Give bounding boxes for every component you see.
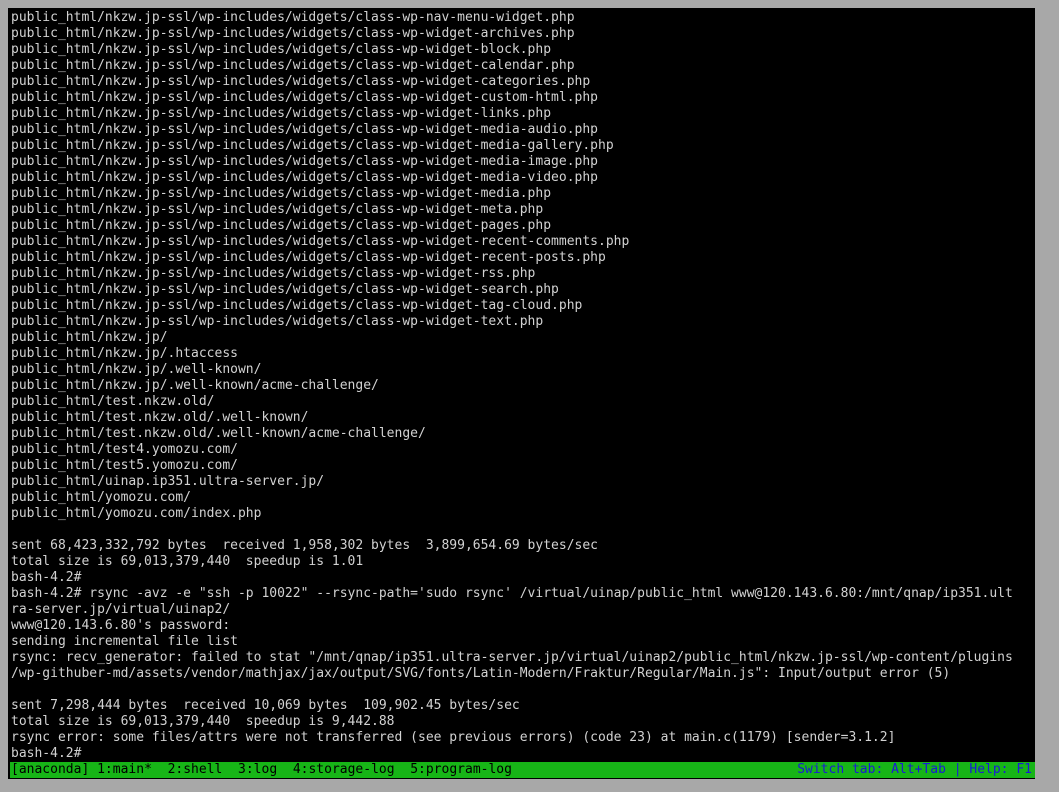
- tmux-window-tab[interactable]: 3:log: [238, 762, 277, 777]
- terminal-line: public_html/yomozu.com/: [11, 490, 192, 505]
- terminal-line: total size is 69,013,379,440 speedup is …: [11, 554, 364, 569]
- terminal-line: public_html/uinap.ip351.ultra-server.jp/: [11, 474, 325, 489]
- terminal-output[interactable]: public_html/nkzw.jp-ssl/wp-includes/widg…: [11, 10, 1035, 762]
- terminal-line: public_html/nkzw.jp/.htaccess: [11, 346, 238, 361]
- tmux-window-tab[interactable]: 5:program-log: [410, 762, 512, 777]
- terminal-line: public_html/nkzw.jp/.well-known/: [11, 362, 262, 377]
- tmux-window-tab[interactable]: 4:storage-log: [293, 762, 395, 777]
- terminal-line: rsync error: some files/attrs were not t…: [11, 730, 896, 745]
- terminal-line: total size is 69,013,379,440 speedup is …: [11, 714, 395, 729]
- terminal-line: public_html/nkzw.jp-ssl/wp-includes/widg…: [11, 26, 575, 41]
- terminal-line: public_html/nkzw.jp-ssl/wp-includes/widg…: [11, 234, 630, 249]
- terminal-line: bash-4.2# rsync -avz -e "ssh -p 10022" -…: [11, 586, 1013, 601]
- terminal-line: sent 68,423,332,792 bytes received 1,958…: [11, 538, 598, 553]
- terminal-line: public_html/nkzw.jp-ssl/wp-includes/widg…: [11, 42, 552, 57]
- terminal-line: bash-4.2#: [11, 746, 82, 761]
- terminal-line: public_html/test4.yomozu.com/: [11, 442, 238, 457]
- terminal-line: bash-4.2#: [11, 570, 82, 585]
- terminal-line: ra-server.jp/virtual/uinap2/: [11, 602, 231, 617]
- tmux-status-bar: [anaconda] 1:main* 2:shell 3:log 4:stora…: [10, 762, 1035, 778]
- terminal-screen[interactable]: public_html/nkzw.jp-ssl/wp-includes/widg…: [8, 8, 1035, 779]
- terminal-line: public_html/nkzw.jp-ssl/wp-includes/widg…: [11, 202, 544, 217]
- terminal-line: public_html/nkzw.jp-ssl/wp-includes/widg…: [11, 298, 583, 313]
- terminal-line: public_html/nkzw.jp-ssl/wp-includes/widg…: [11, 154, 598, 169]
- terminal-line: public_html/yomozu.com/index.php: [11, 506, 262, 521]
- terminal-line: public_html/nkzw.jp-ssl/wp-includes/widg…: [11, 250, 606, 265]
- terminal-line: public_html/nkzw.jp-ssl/wp-includes/widg…: [11, 314, 544, 329]
- terminal-line: public_html/nkzw.jp-ssl/wp-includes/widg…: [11, 218, 552, 233]
- terminal-line: public_html/nkzw.jp-ssl/wp-includes/widg…: [11, 58, 575, 73]
- status-left: [anaconda] 1:main* 2:shell 3:log 4:stora…: [11, 762, 512, 778]
- terminal-line: public_html/test5.yomozu.com/: [11, 458, 238, 473]
- terminal-line: public_html/nkzw.jp-ssl/wp-includes/widg…: [11, 106, 552, 121]
- terminal-line: /wp-githuber-md/assets/vendor/mathjax/ja…: [11, 666, 951, 681]
- terminal-line: public_html/test.nkzw.old/.well-known/: [11, 410, 309, 425]
- terminal-line: public_html/nkzw.jp-ssl/wp-includes/widg…: [11, 10, 575, 25]
- terminal-line: public_html/nkzw.jp-ssl/wp-includes/widg…: [11, 186, 552, 201]
- tmux-window-tab[interactable]: 1:main*: [97, 762, 152, 777]
- terminal-line: public_html/test.nkzw.old/: [11, 394, 215, 409]
- terminal-line: public_html/nkzw.jp-ssl/wp-includes/widg…: [11, 170, 598, 185]
- terminal-line: public_html/nkzw.jp-ssl/wp-includes/widg…: [11, 90, 598, 105]
- tmux-window-tab[interactable]: 2:shell: [168, 762, 223, 777]
- terminal-line: public_html/nkzw.jp-ssl/wp-includes/widg…: [11, 122, 598, 137]
- terminal-line: public_html/nkzw.jp-ssl/wp-includes/widg…: [11, 282, 559, 297]
- session-name: [anaconda]: [11, 762, 90, 777]
- terminal-line: public_html/nkzw.jp-ssl/wp-includes/widg…: [11, 74, 591, 89]
- terminal-line: sent 7,298,444 bytes received 10,069 byt…: [11, 698, 520, 713]
- terminal-line: public_html/nkzw.jp-ssl/wp-includes/widg…: [11, 138, 614, 153]
- terminal-line: public_html/test.nkzw.old/.well-known/ac…: [11, 426, 426, 441]
- terminal-line: public_html/nkzw.jp/: [11, 330, 168, 345]
- terminal-line: public_html/nkzw.jp-ssl/wp-includes/widg…: [11, 266, 536, 281]
- terminal-line: public_html/nkzw.jp/.well-known/acme-cha…: [11, 378, 379, 393]
- status-help-hint: Switch tab: Alt+Tab | Help: F1: [797, 762, 1032, 777]
- terminal-line: rsync: recv_generator: failed to stat "/…: [11, 650, 1013, 665]
- terminal-line: sending incremental file list: [11, 634, 238, 649]
- terminal-line: www@120.143.6.80's password:: [11, 618, 231, 633]
